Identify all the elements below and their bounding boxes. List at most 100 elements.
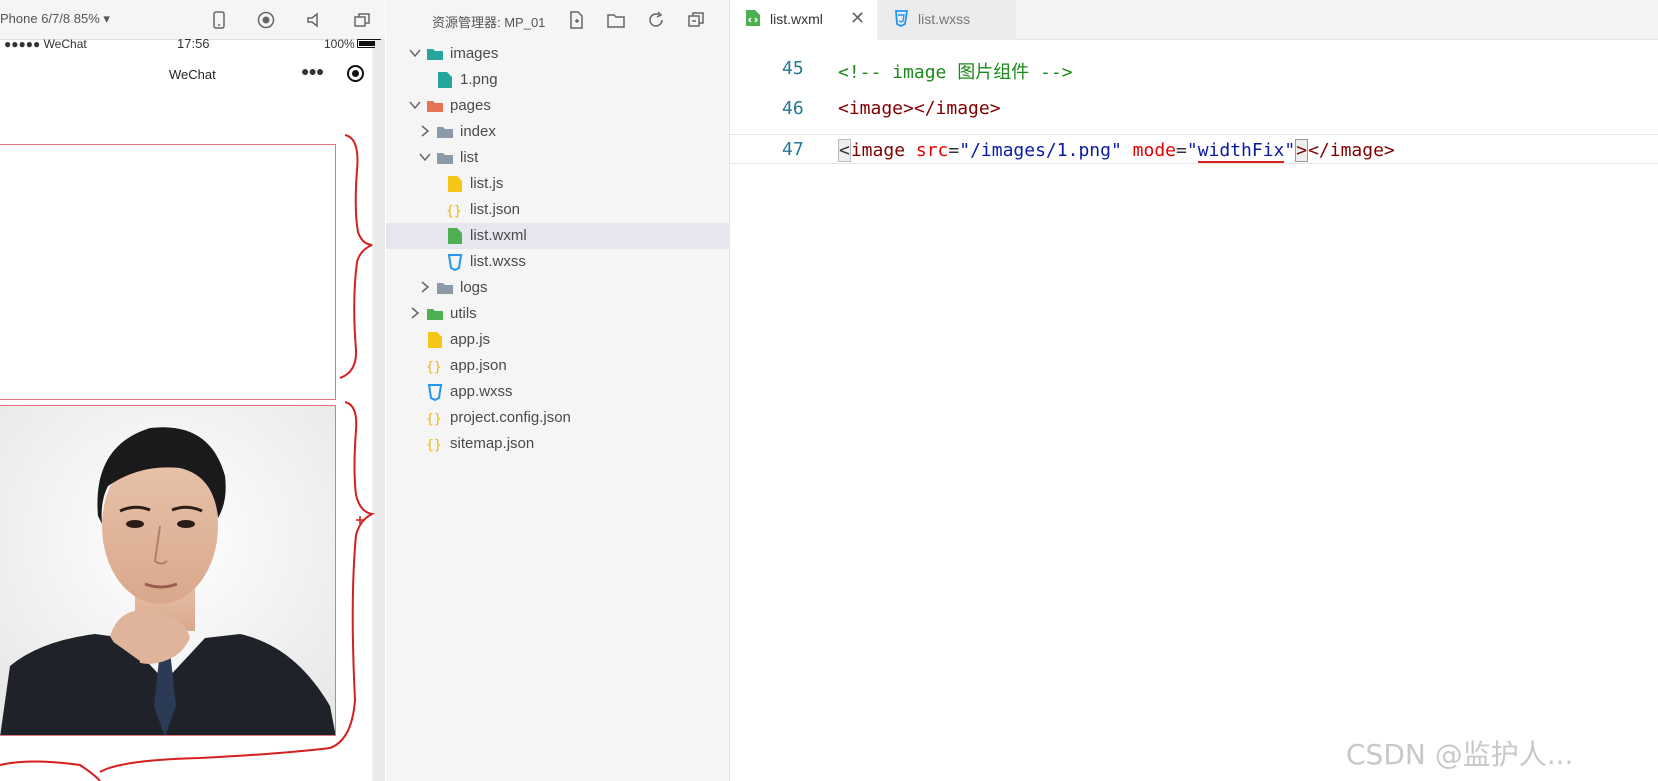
record-icon[interactable]: [256, 10, 276, 30]
code-token: image: [850, 140, 906, 161]
tree-item-project-config-json[interactable]: {} project.config.json: [386, 405, 730, 431]
volume-icon[interactable]: [304, 10, 324, 30]
code-comment: <!-- image 图片组件 -->: [838, 62, 1073, 83]
tree-item-label: utils: [450, 305, 477, 322]
json-file-icon: {}: [426, 360, 442, 375]
explorer-header: 资源管理器: MP_01: [386, 0, 730, 40]
tree-item-label: pages: [450, 97, 491, 114]
json-file-icon: {}: [426, 438, 442, 453]
tree-item-label: index: [460, 123, 496, 140]
svg-text:{}: {}: [426, 412, 442, 427]
folder-utils-icon: [427, 309, 443, 320]
code-token: =: [1176, 140, 1187, 161]
navbar-title: WeChat: [169, 67, 216, 82]
empty-image-component: [0, 144, 336, 400]
tree-item-label: list: [460, 149, 479, 166]
code-token: >: [1295, 139, 1309, 162]
editor-pane: list.wxml ✕ list.wxss 45 <!-- image 图片组件…: [730, 0, 1658, 781]
status-time: 17:56: [177, 36, 210, 51]
tree-item-label: list.json: [470, 201, 521, 218]
tree-item-list[interactable]: list: [386, 145, 730, 171]
new-folder-icon[interactable]: [606, 10, 626, 30]
collapse-all-icon[interactable]: [686, 10, 706, 30]
multi-window-icon[interactable]: [352, 10, 372, 30]
tree-item-label: list.js: [470, 175, 504, 192]
portrait-image: [0, 406, 335, 735]
chevron-right-icon[interactable]: [418, 124, 432, 138]
folder-icon: [437, 127, 453, 138]
chevron-down-icon[interactable]: [408, 46, 422, 60]
close-icon[interactable]: ✕: [850, 8, 865, 29]
json-file-icon: {}: [446, 204, 462, 219]
tree-item-label: list.wxss: [470, 253, 526, 270]
js-file-icon: [428, 332, 442, 348]
line-number: 46: [782, 98, 804, 119]
code-line[interactable]: 45 <!-- image 图片组件 -->: [730, 54, 1658, 84]
folder-icon: [437, 283, 453, 294]
new-file-icon[interactable]: [566, 10, 586, 30]
line-number: 47: [782, 139, 804, 160]
tree-item-app-js[interactable]: app.js: [386, 327, 730, 353]
folder-open-icon: [437, 153, 453, 164]
svg-text:{}: {}: [426, 360, 442, 375]
signal-indicator: ●●●●● WeChat: [4, 37, 87, 51]
chevron-right-icon[interactable]: [418, 280, 432, 294]
device-select[interactable]: Phone 6/7/8 85% ▾: [0, 11, 110, 27]
tree-item-pages[interactable]: pages: [386, 93, 730, 119]
chevron-right-icon[interactable]: [408, 306, 422, 320]
tab-list-wxss[interactable]: list.wxss: [878, 0, 1016, 40]
tab-list-wxml[interactable]: list.wxml ✕: [730, 0, 877, 40]
folder-images-icon: [427, 49, 443, 60]
tree-item-utils[interactable]: utils: [386, 301, 730, 327]
tree-item-label: app.js: [450, 331, 491, 348]
wxss-file-icon: [895, 10, 909, 27]
svg-text:{}: {}: [446, 204, 462, 219]
phone-screen: ●●●●● WeChat 17:56 100% WeChat ●●●: [0, 36, 381, 781]
tree-item-list-js[interactable]: list.js: [386, 171, 730, 197]
tree-item-images[interactable]: images: [386, 41, 730, 67]
tree-item-index[interactable]: index: [386, 119, 730, 145]
code-token: </image>: [913, 98, 1001, 119]
wxml-file-icon: [448, 228, 462, 244]
editor-tabs: list.wxml ✕ list.wxss: [730, 0, 1658, 40]
tree-item-app-json[interactable]: {} app.json: [386, 353, 730, 379]
tree-item-list-wxml[interactable]: list.wxml: [386, 223, 730, 249]
tree-item-app-wxss[interactable]: app.wxss: [386, 379, 730, 405]
image-component: [0, 405, 336, 736]
tree-item-label: project.config.json: [450, 409, 571, 426]
tree-item-label: app.wxss: [450, 383, 513, 400]
tree-item-label: sitemap.json: [450, 435, 535, 452]
tree-item-label: images: [450, 45, 499, 62]
tree-item-1-png[interactable]: 1.png: [386, 67, 730, 93]
json-file-icon: {}: [426, 412, 442, 427]
tree-item-list-json[interactable]: {} list.json: [386, 197, 730, 223]
tree-item-list-wxss[interactable]: list.wxss: [386, 249, 730, 275]
code-token: <image>: [838, 98, 914, 119]
code-token: =: [948, 140, 960, 161]
close-capsule-icon[interactable]: [347, 65, 364, 82]
code-token: mode: [1132, 140, 1176, 161]
code-line-current[interactable]: 47 <image src="/images/1.png" mode="widt…: [730, 134, 1658, 164]
tab-label: list.wxml: [770, 11, 823, 27]
code-token: "/images/1.png": [959, 140, 1122, 161]
refresh-icon[interactable]: [646, 10, 666, 30]
tree-item-label: logs: [460, 279, 488, 296]
js-file-icon: [448, 176, 462, 192]
phone-icon[interactable]: [209, 10, 229, 30]
code-token-underlined: widthFix: [1197, 140, 1285, 163]
chevron-down-icon[interactable]: [418, 150, 432, 164]
tree-item-logs[interactable]: logs: [386, 275, 730, 301]
chevron-down-icon[interactable]: [408, 98, 422, 112]
tab-label: list.wxss: [918, 11, 971, 27]
svg-text:{}: {}: [426, 438, 442, 453]
wxml-file-icon: [746, 10, 760, 26]
code-line[interactable]: 46 <image></image>: [730, 94, 1658, 124]
explorer-title: 资源管理器: MP_01: [432, 15, 546, 30]
wxss-file-icon: [447, 254, 463, 271]
tree-item-sitemap-json[interactable]: {} sitemap.json: [386, 431, 730, 457]
simulator-toolbar: Phone 6/7/8 85% ▾: [0, 0, 385, 40]
more-menu-icon[interactable]: ●●●: [301, 63, 324, 79]
simulator-pane: Phone 6/7/8 85% ▾ ●●●●● WeChat 17:56 100…: [0, 0, 385, 781]
code-text: <image src="/images/1.png" mode="widthFi…: [838, 139, 1395, 163]
simulator-scrollbar[interactable]: [375, 40, 385, 781]
